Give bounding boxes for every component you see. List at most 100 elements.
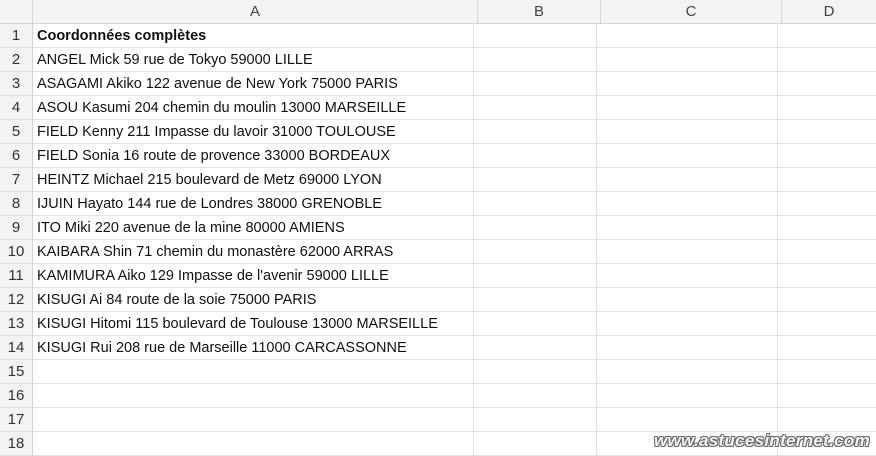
cell-b[interactable]: [474, 384, 597, 408]
cell-d[interactable]: [778, 120, 876, 144]
cell-a[interactable]: ITO Miki 220 avenue de la mine 80000 AMI…: [33, 216, 474, 240]
cell-a[interactable]: [33, 432, 474, 456]
cell-d[interactable]: [778, 408, 876, 432]
cell-d[interactable]: [778, 360, 876, 384]
cell-a[interactable]: KISUGI Ai 84 route de la soie 75000 PARI…: [33, 288, 474, 312]
cell-d[interactable]: [778, 240, 876, 264]
cell-a[interactable]: [33, 384, 474, 408]
row-header[interactable]: 10: [0, 240, 33, 264]
row-header[interactable]: 12: [0, 288, 33, 312]
cell-b[interactable]: [474, 312, 597, 336]
cell-d[interactable]: [778, 48, 876, 72]
cell-d[interactable]: [778, 24, 876, 48]
cell-a[interactable]: ASAGAMI Akiko 122 avenue de New York 750…: [33, 72, 474, 96]
cell-b[interactable]: [474, 408, 597, 432]
cell-b[interactable]: [474, 240, 597, 264]
rows-container: 1 Coordonnées complètes 2 ANGEL Mick 59 rue…: [0, 24, 876, 456]
cell-d[interactable]: [778, 192, 876, 216]
row-header[interactable]: 13: [0, 312, 33, 336]
cell-b[interactable]: [474, 432, 597, 456]
cell-a[interactable]: KISUGI Hitomi 115 boulevard de Toulouse …: [33, 312, 474, 336]
cell-a[interactable]: IJUIN Hayato 144 rue de Londres 38000 GR…: [33, 192, 474, 216]
row-header[interactable]: 2: [0, 48, 33, 72]
table-row: 4 ASOU Kasumi 204 chemin du moulin 13000 …: [0, 96, 876, 120]
row-header[interactable]: 6: [0, 144, 33, 168]
row-header[interactable]: 15: [0, 360, 33, 384]
cell-b[interactable]: [474, 72, 597, 96]
cell-c[interactable]: [597, 96, 778, 120]
cell-a[interactable]: FIELD Kenny 211 Impasse du lavoir 31000 …: [33, 120, 474, 144]
table-row: 15: [0, 360, 876, 384]
cell-c[interactable]: [597, 360, 778, 384]
cell-a[interactable]: [33, 408, 474, 432]
cell-c[interactable]: [597, 192, 778, 216]
cell-c[interactable]: [597, 144, 778, 168]
cell-c[interactable]: [597, 120, 778, 144]
row-header[interactable]: 14: [0, 336, 33, 360]
cell-c[interactable]: [597, 288, 778, 312]
column-header-b[interactable]: B: [478, 0, 601, 24]
cell-d[interactable]: [778, 72, 876, 96]
cell-b[interactable]: [474, 24, 597, 48]
cell-d[interactable]: [778, 144, 876, 168]
cell-c[interactable]: [597, 48, 778, 72]
cell-b[interactable]: [474, 168, 597, 192]
table-row: 6 FIELD Sonia 16 route de provence 33000 …: [0, 144, 876, 168]
cell-d[interactable]: [778, 336, 876, 360]
cell-a[interactable]: [33, 360, 474, 384]
cell-a[interactable]: Coordonnées complètes: [33, 24, 474, 48]
cell-c[interactable]: [597, 216, 778, 240]
cell-d[interactable]: [778, 216, 876, 240]
row-header[interactable]: 18: [0, 432, 33, 456]
cell-b[interactable]: [474, 360, 597, 384]
cell-d[interactable]: [778, 168, 876, 192]
cell-b[interactable]: [474, 144, 597, 168]
cell-c[interactable]: [597, 24, 778, 48]
cell-c[interactable]: [597, 336, 778, 360]
row-header[interactable]: 7: [0, 168, 33, 192]
cell-b[interactable]: [474, 48, 597, 72]
row-header[interactable]: 5: [0, 120, 33, 144]
cell-b[interactable]: [474, 264, 597, 288]
cell-c[interactable]: [597, 384, 778, 408]
cell-c[interactable]: [597, 240, 778, 264]
row-header[interactable]: 11: [0, 264, 33, 288]
watermark: www.astucesinternet.com: [654, 431, 870, 450]
cell-a[interactable]: HEINTZ Michael 215 boulevard de Metz 690…: [33, 168, 474, 192]
cell-a[interactable]: KAMIMURA Aiko 129 Impasse de l'avenir 59…: [33, 264, 474, 288]
cell-c[interactable]: [597, 264, 778, 288]
row-header[interactable]: 1: [0, 24, 33, 48]
row-header[interactable]: 4: [0, 96, 33, 120]
cell-d[interactable]: [778, 264, 876, 288]
row-header[interactable]: 3: [0, 72, 33, 96]
cell-d[interactable]: [778, 96, 876, 120]
row-header[interactable]: 8: [0, 192, 33, 216]
cell-c[interactable]: [597, 168, 778, 192]
cell-a[interactable]: ANGEL Mick 59 rue de Tokyo 59000 LILLE: [33, 48, 474, 72]
column-header-a[interactable]: A: [33, 0, 478, 24]
row-header[interactable]: 17: [0, 408, 33, 432]
cell-b[interactable]: [474, 288, 597, 312]
cell-b[interactable]: [474, 216, 597, 240]
cell-a[interactable]: FIELD Sonia 16 route de provence 33000 B…: [33, 144, 474, 168]
cell-c[interactable]: [597, 72, 778, 96]
cell-a[interactable]: KAIBARA Shin 71 chemin du monastère 6200…: [33, 240, 474, 264]
column-header-c[interactable]: C: [601, 0, 782, 24]
cell-d[interactable]: [778, 312, 876, 336]
cell-b[interactable]: [474, 192, 597, 216]
column-header-d[interactable]: D: [782, 0, 876, 24]
table-row: 3 ASAGAMI Akiko 122 avenue de New York 75…: [0, 72, 876, 96]
cell-d[interactable]: [778, 288, 876, 312]
cell-a[interactable]: KISUGI Rui 208 rue de Marseille 11000 CA…: [33, 336, 474, 360]
cell-d[interactable]: [778, 384, 876, 408]
row-header[interactable]: 9: [0, 216, 33, 240]
select-all-corner[interactable]: [0, 0, 33, 24]
cell-a[interactable]: ASOU Kasumi 204 chemin du moulin 13000 M…: [33, 96, 474, 120]
cell-b[interactable]: [474, 96, 597, 120]
cell-c[interactable]: [597, 408, 778, 432]
cell-b[interactable]: [474, 336, 597, 360]
cell-b[interactable]: [474, 120, 597, 144]
cell-c[interactable]: [597, 312, 778, 336]
table-row: 7 HEINTZ Michael 215 boulevard de Metz 69…: [0, 168, 876, 192]
row-header[interactable]: 16: [0, 384, 33, 408]
